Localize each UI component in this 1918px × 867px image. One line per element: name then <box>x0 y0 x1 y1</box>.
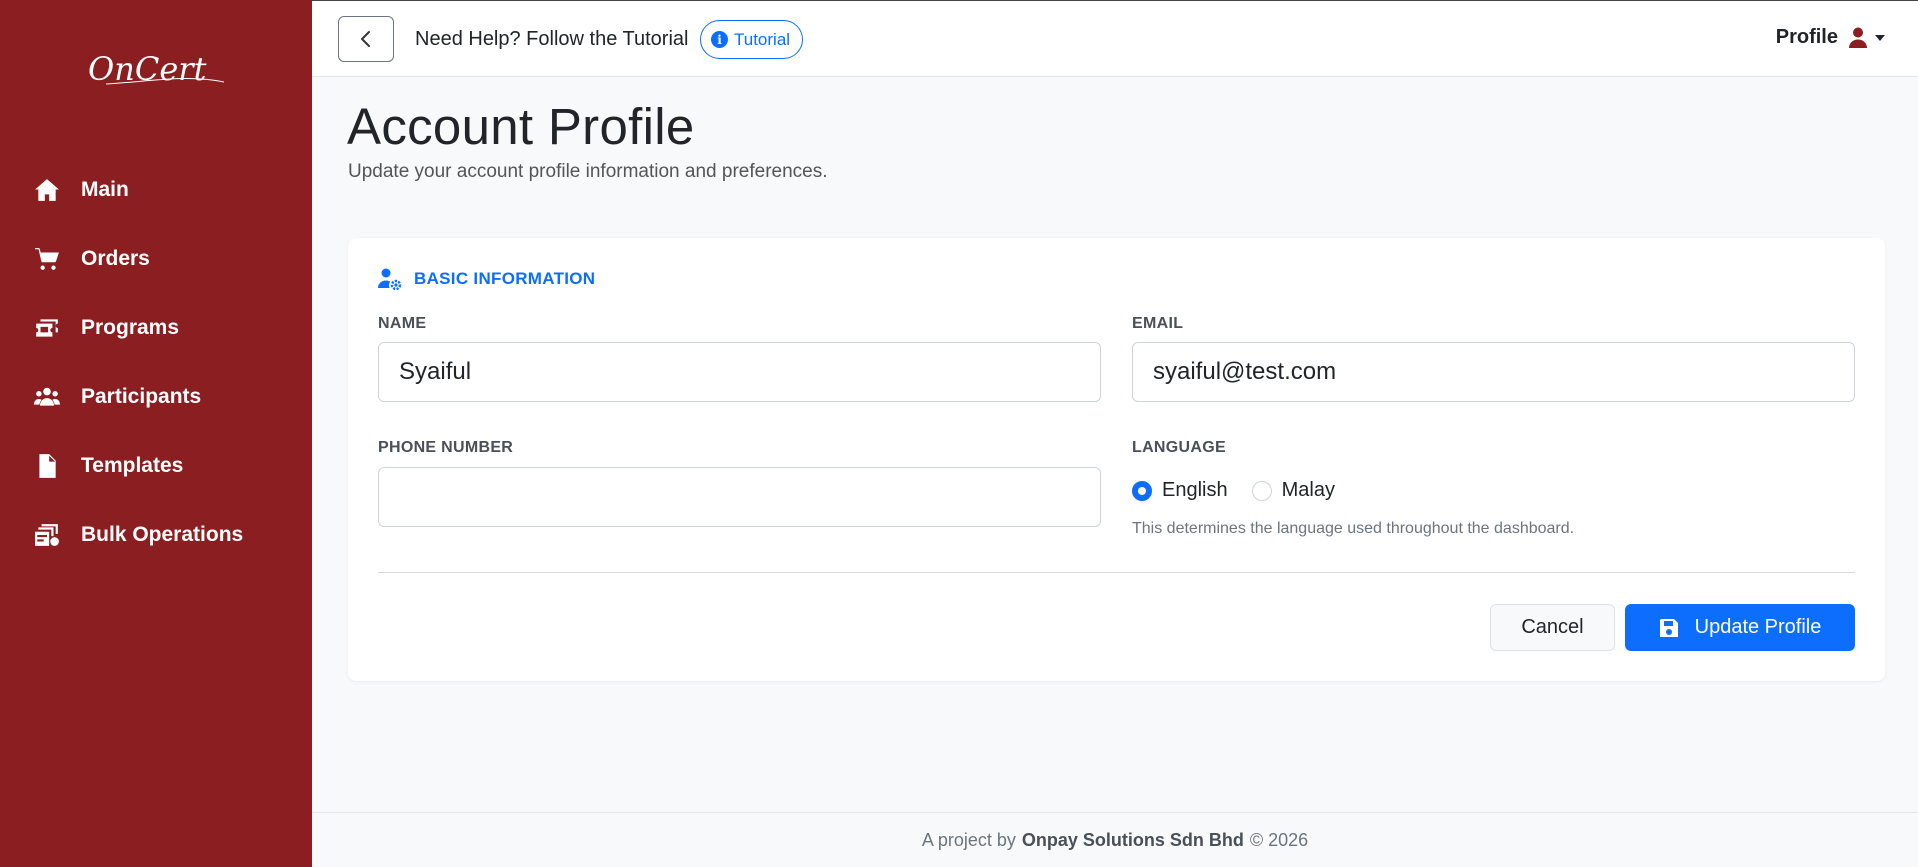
email-input[interactable] <box>1132 342 1855 402</box>
tickets-icon <box>32 313 62 343</box>
sidebar-item-label: Main <box>81 177 129 201</box>
help-text: Need Help? Follow the Tutorial <box>415 28 689 50</box>
sidebar-item-bulk-operations[interactable]: Bulk Operations <box>0 500 312 569</box>
sidebar-item-label: Orders <box>81 246 150 270</box>
cart-icon <box>32 244 62 274</box>
phone-input[interactable] <box>378 467 1101 527</box>
sidebar-item-label: Participants <box>81 384 202 408</box>
radio-label: Malay <box>1281 479 1335 501</box>
sidebar-item-main[interactable]: Main <box>0 155 312 224</box>
phone-label: PHONE NUMBER <box>378 439 514 456</box>
user-icon <box>1849 27 1867 48</box>
profile-menu[interactable]: Profile <box>1776 26 1886 49</box>
save-icon <box>1659 618 1678 637</box>
section-header: BASIC INFORMATION <box>378 268 595 290</box>
tutorial-button-label: Tutorial <box>734 29 791 49</box>
file-icon <box>32 451 62 481</box>
radio-english[interactable] <box>1132 480 1152 501</box>
sidebar-item-orders[interactable]: Orders <box>0 224 312 293</box>
profile-form-card: BASIC INFORMATION NAME EMAIL PHONE NUMBE… <box>348 238 1885 681</box>
name-label: NAME <box>378 315 427 332</box>
language-option-english[interactable]: English <box>1132 479 1228 502</box>
sidebar-item-label: Programs <box>81 315 180 339</box>
info-icon: i <box>711 31 728 48</box>
profile-label: Profile <box>1775 26 1838 48</box>
layers-icon <box>32 520 62 550</box>
language-help-text: This determines the language used throug… <box>1132 520 1575 537</box>
language-label: LANGUAGE <box>1132 439 1226 456</box>
sidebar-item-participants[interactable]: Participants <box>0 362 312 431</box>
page-subtitle: Update your account profile information … <box>348 161 828 182</box>
chevron-left-icon <box>361 31 370 47</box>
sidebar-nav: Main Orders Programs Participants Templa… <box>0 155 312 569</box>
user-gear-icon <box>378 268 402 290</box>
users-icon <box>32 382 62 412</box>
top-bar: Need Help? Follow the Tutorial i Tutoria… <box>312 0 1918 77</box>
footer: A project by Onpay Solutions Sdn Bhd © 2… <box>312 812 1918 867</box>
sidebar-item-label: Bulk Operations <box>81 522 244 546</box>
page-title: Account Profile <box>347 98 695 155</box>
section-title: BASIC INFORMATION <box>414 269 596 288</box>
name-input[interactable] <box>378 342 1101 402</box>
home-icon <box>32 175 62 205</box>
sidebar-item-templates[interactable]: Templates <box>0 431 312 500</box>
divider <box>378 572 1855 573</box>
caret-down-icon <box>1875 34 1885 41</box>
radio-label: English <box>1162 479 1228 501</box>
sidebar-item-label: Templates <box>81 453 184 477</box>
email-label: EMAIL <box>1132 315 1184 332</box>
svg-text:OnCert: OnCert <box>88 50 207 88</box>
footer-prefix: A project by <box>921 829 1016 850</box>
update-profile-label: Update Profile <box>1694 616 1822 638</box>
sidebar: OnCert Main Orders Programs Participants… <box>0 0 312 867</box>
language-radio-group: English Malay <box>1132 479 1359 502</box>
cancel-button[interactable]: Cancel <box>1490 604 1615 651</box>
footer-company: Onpay Solutions Sdn Bhd <box>1021 829 1244 850</box>
footer-copyright: © 2026 <box>1249 829 1309 850</box>
sidebar-item-programs[interactable]: Programs <box>0 293 312 362</box>
tutorial-button[interactable]: i Tutorial <box>700 20 804 59</box>
radio-malay[interactable] <box>1251 480 1272 501</box>
oncert-logo-mark: OnCert <box>88 50 225 88</box>
language-option-malay[interactable]: Malay <box>1251 479 1335 502</box>
oncert-logo[interactable]: OnCert <box>86 34 226 100</box>
update-profile-button[interactable]: Update Profile <box>1625 604 1855 651</box>
back-button[interactable] <box>338 16 394 62</box>
